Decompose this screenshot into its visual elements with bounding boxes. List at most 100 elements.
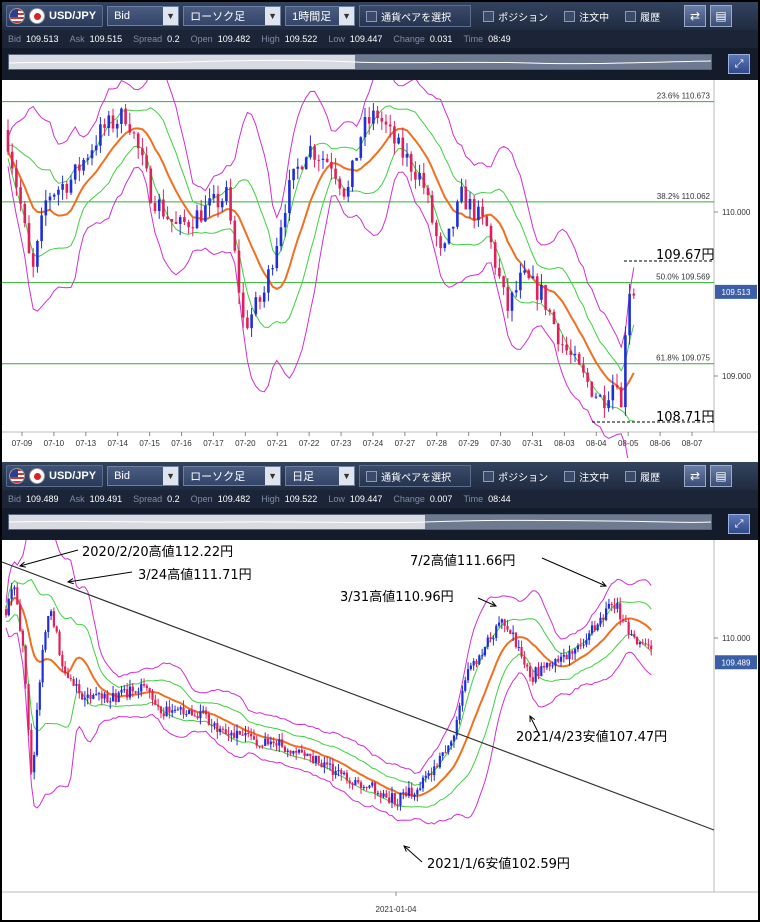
candle-body (241, 734, 244, 736)
currency-pair-badge[interactable]: USD/JPY (6, 5, 104, 27)
candle-body (131, 686, 134, 692)
low-label: Low (328, 34, 345, 44)
x-tick-label: 07-22 (299, 439, 320, 448)
select-pair-button[interactable]: 通貨ペアを選択 (359, 5, 472, 27)
candle-body (355, 157, 358, 161)
x-tick-label: 07-17 (203, 439, 224, 448)
zoom-toggle-icon[interactable]: ⤢ (728, 514, 750, 534)
chevron-down-icon: ▼ (339, 467, 355, 485)
candle-body (275, 743, 278, 746)
ask-value: 109.515 (89, 34, 123, 44)
candle-body (424, 775, 427, 778)
candle-body (157, 704, 160, 707)
candle-body (235, 730, 239, 739)
candle-body (221, 728, 225, 730)
price-type-select[interactable]: Bid ▼ (107, 466, 180, 486)
candle-body (404, 792, 408, 796)
candle-body (472, 661, 475, 666)
time-value: 08:44 (488, 494, 511, 504)
annotation-apr23-low: 2021/4/23安値107.47円 (516, 730, 668, 745)
layout-icon[interactable]: ▤ (710, 5, 733, 27)
history-toggle[interactable]: 履歴 (619, 5, 666, 27)
candle-body (134, 691, 137, 693)
price-type-select[interactable]: Bid ▼ (107, 6, 180, 26)
candle-body (188, 709, 191, 715)
candle-body (38, 682, 41, 710)
candle-body (117, 692, 120, 702)
open-label: Open (190, 34, 213, 44)
candle-body (185, 714, 188, 716)
candle-body (41, 649, 44, 683)
candle-body (300, 166, 304, 170)
navigator-scroller[interactable] (8, 514, 712, 530)
candle-body (576, 645, 580, 650)
candle-body (173, 709, 177, 711)
current-price-label: 109.513 (722, 288, 751, 297)
candle-body (577, 353, 581, 365)
candle-body (136, 133, 140, 149)
spread-value: 0.2 (167, 34, 180, 44)
x-tick-label: 07-16 (171, 439, 192, 448)
layout-icon[interactable]: ▤ (710, 465, 733, 487)
checkbox-icon (483, 10, 495, 22)
candle-body (435, 766, 439, 768)
chart-type-select[interactable]: ローソク足 ▼ (183, 6, 282, 26)
candle-body (80, 693, 84, 700)
candle-body (613, 605, 616, 609)
chart-toolbar: USD/JPY Bid ▼ ローソク足 ▼ 日足 ▼ 通貨ペアを選択 ポジション… (2, 462, 758, 490)
chart-type-value: ローソク足 (190, 11, 246, 23)
annotation-arrow (67, 571, 133, 583)
candle-body (447, 745, 450, 753)
high-label: High (261, 494, 280, 504)
candle-body (633, 633, 636, 638)
chevron-down-icon: ▼ (265, 7, 281, 25)
candle-body (334, 770, 337, 776)
positions-toggle[interactable]: ポジション (475, 5, 554, 27)
orders-toggle[interactable]: 注文中 (558, 5, 615, 27)
history-toggle[interactable]: 履歴 (619, 465, 666, 487)
x-tick-label: 08-07 (682, 439, 703, 448)
x-tick-label: 07-14 (107, 439, 128, 448)
chart-settings-icon[interactable]: ⇄ (684, 5, 707, 27)
chart-settings-icon[interactable]: ⇄ (684, 465, 707, 487)
chart-type-select[interactable]: ローソク足 ▼ (183, 466, 282, 486)
japan-flag-icon (29, 8, 45, 24)
candle-body (78, 164, 81, 171)
candle-body (283, 746, 287, 752)
hourly-chart-area[interactable]: 23.6% 110.673 38.2% 110.062 50.0% 109.569 6… (2, 63, 758, 479)
fib-label: 50.0% 109.569 (656, 273, 710, 282)
candle-body (573, 353, 577, 356)
candle-body (585, 640, 588, 645)
navigator-scroller[interactable] (8, 54, 712, 70)
candle-body (464, 680, 467, 691)
candle-body (621, 619, 625, 621)
select-pair-button[interactable]: 通貨ペアを選択 (359, 465, 472, 487)
candle-body (495, 625, 498, 638)
candle-body (382, 793, 385, 797)
zoom-toggle-icon[interactable]: ⤢ (728, 54, 750, 74)
candle-body (419, 788, 422, 790)
candle-body (461, 690, 464, 706)
annotation-arrow (403, 845, 423, 863)
candle-body (269, 741, 272, 745)
candle-body (523, 270, 526, 273)
y-tick-label: 110.000 (722, 208, 751, 217)
daily-chart-area[interactable]: 110.000 2021-01-04 109.489 2020/2/20高値112.… (1, 505, 758, 918)
timeframe-select[interactable]: 日足 ▼ (285, 466, 356, 486)
candle-body (593, 625, 596, 631)
orders-toggle[interactable]: 注文中 (558, 465, 615, 487)
candle-body (574, 649, 577, 654)
candle-body (103, 124, 106, 128)
candle-body (35, 709, 39, 756)
candle-body (506, 287, 510, 311)
positions-toggle[interactable]: ポジション (475, 465, 554, 487)
candle-body (320, 762, 323, 768)
candle-body (95, 694, 98, 696)
candle-body (190, 709, 194, 716)
candle-body (230, 732, 233, 736)
currency-pair-badge[interactable]: USD/JPY (6, 465, 104, 487)
chart-panel-hourly: USD/JPY Bid ▼ ローソク足 ▼ 1時間足 ▼ 通貨ペアを選択 ポジシ… (2, 2, 758, 479)
candle-body (483, 646, 487, 656)
candle-body (233, 732, 236, 739)
timeframe-select[interactable]: 1時間足 ▼ (285, 6, 356, 26)
